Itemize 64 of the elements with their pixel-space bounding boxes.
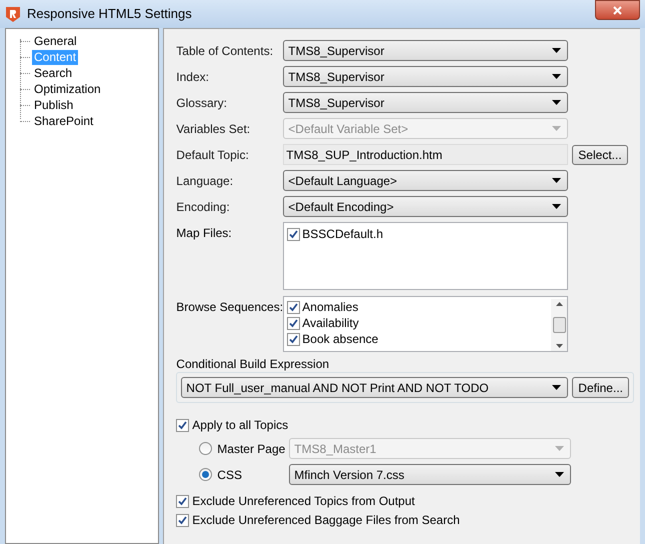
field-label: Browse Sequences: [176, 299, 284, 316]
checkbox-label: Exclude Unreferenced Topics from Output [192, 493, 415, 510]
checkbox[interactable] [287, 228, 300, 240]
caret-icon [552, 74, 562, 79]
define-button[interactable]: Define... [572, 377, 629, 398]
list-item-label: Availability [302, 315, 359, 332]
checkbox[interactable] [287, 300, 300, 314]
scrollbar[interactable] [551, 299, 568, 351]
tree-item[interactable]: General [32, 34, 79, 48]
input-field[interactable]: TMS8_SUP_Introduction.htm [283, 144, 568, 165]
radio-button[interactable] [199, 468, 212, 481]
field-label: Default Topic: [176, 146, 250, 164]
caret-icon [552, 100, 562, 105]
checkbox-label: Exclude Unreferenced Baggage Files from Search [192, 512, 460, 529]
field-label: Table of Contents: [176, 42, 274, 60]
field-label: Encoding: [176, 198, 231, 216]
dropdown[interactable]: TMS8_Supervisor [283, 66, 568, 87]
checkbox[interactable] [176, 494, 190, 508]
caret-icon [552, 48, 562, 53]
radio-button[interactable] [199, 442, 212, 455]
dropdown[interactable]: NOT Full_user_manual AND NOT Print AND NOT TODO [181, 377, 568, 398]
caret-icon [552, 204, 562, 209]
scroll-thumb[interactable] [552, 317, 566, 333]
tree-item[interactable]: Publish [32, 98, 76, 112]
field-label: Language: [176, 172, 234, 190]
caret-icon [555, 472, 564, 477]
field-label: Map Files: [176, 225, 233, 242]
close-button[interactable] [595, 0, 640, 20]
checkbox-label: Apply to all Topics [192, 417, 288, 434]
radio-label: Master Page [217, 440, 286, 458]
field-label: Variables Set: [176, 120, 252, 138]
radio-label: CSS [217, 466, 243, 484]
select-button[interactable]: Select... [572, 144, 628, 164]
dropdown[interactable]: <Default Encoding> [283, 196, 568, 217]
app-logo-icon [5, 6, 21, 22]
field-label: Index: [176, 68, 210, 86]
list-item-label: Anomalies [302, 299, 358, 316]
dropdown[interactable]: TMS8_Supervisor [283, 92, 568, 113]
dropdown[interactable]: TMS8_Supervisor [283, 40, 568, 61]
tree-item[interactable]: Search [32, 66, 74, 80]
tree-item[interactable]: Optimization [32, 82, 103, 96]
list-item-label: Book absence [302, 331, 378, 348]
caret-icon [552, 385, 562, 390]
scroll-up-icon[interactable] [556, 302, 563, 306]
checkbox[interactable] [176, 514, 190, 526]
checkbox[interactable] [287, 332, 300, 346]
checkbox[interactable] [287, 316, 300, 330]
dropdown[interactable]: Mfinch Version 7.css [289, 464, 572, 485]
caret-icon [552, 178, 562, 183]
checkmark-icon [178, 516, 188, 524]
tree-item[interactable]: SharePoint [32, 114, 96, 128]
checkbox[interactable] [176, 418, 190, 432]
checkmark-icon [178, 420, 188, 430]
window-title: Responsive HTML5 Settings [27, 5, 193, 24]
checkmark-icon [178, 496, 188, 506]
field-label: Glossary: [176, 94, 228, 112]
dropdown[interactable]: <Default Language> [283, 170, 568, 191]
caret-icon [555, 446, 564, 451]
caret-icon [552, 126, 562, 131]
checkmark-icon [289, 230, 298, 238]
close-icon [613, 6, 622, 14]
group-title: Conditional Build Expression [176, 356, 330, 372]
list-item-label: BSSCDefault.h [302, 226, 384, 243]
scroll-down-icon[interactable] [556, 344, 563, 348]
